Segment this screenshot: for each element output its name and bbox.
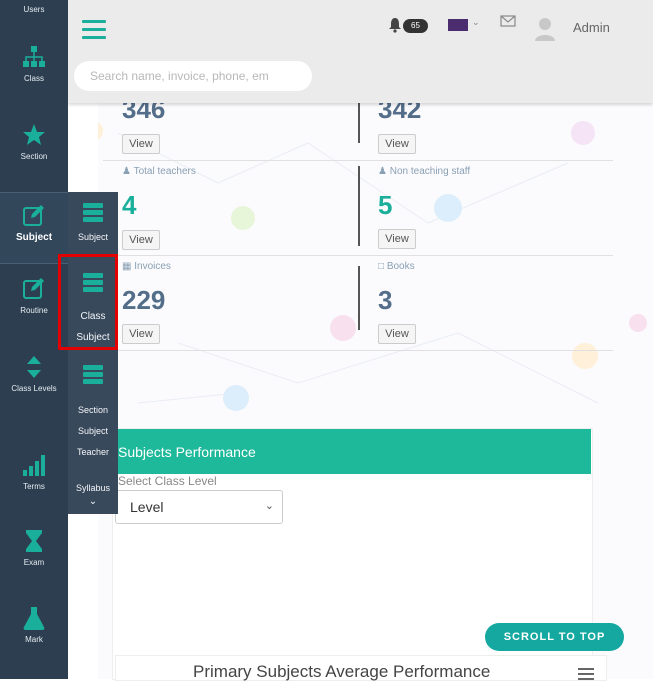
avatar[interactable] [534,16,556,42]
user-icon: ♟ [378,166,387,177]
highlight-box [58,254,118,350]
invoice-icon: ▦ [122,261,132,272]
chart-title: Primary Subjects Average Performance [193,662,491,681]
total-teachers-label: ♟ Total teachers [122,166,196,177]
submenu-item-syllabus[interactable]: Syllabus ⌄ [68,482,118,508]
sidebar-item-section[interactable]: Section [0,122,68,182]
hourglass-icon [26,530,42,552]
chart-menu-icon[interactable] [578,668,594,683]
hamburger-menu-icon[interactable] [82,20,106,40]
stat-divider [358,266,360,330]
view-button[interactable]: View [378,324,416,344]
submenu-item-label: Section [77,405,109,415]
view-button[interactable]: View [122,230,160,250]
sort-icon [27,356,41,378]
performance-title: Subjects Performance [118,444,256,460]
sidebar-item-label: Subject [15,232,53,243]
row-divider [103,160,613,161]
submenu-item-label-line3: Teacher [76,447,110,457]
sidebar-item-class-levels[interactable]: Class Levels [0,354,68,424]
books-label: □ Books [378,261,415,272]
sidebar-item-label: Terms [23,482,45,491]
edit-icon [23,205,44,226]
sidebar-item-terms[interactable]: Terms [0,452,68,512]
user-name[interactable]: Admin [573,20,610,35]
select-class-level-label: Select Class Level [118,474,217,488]
search-input[interactable] [74,61,312,91]
view-button[interactable]: View [122,324,160,344]
chevron-down-icon[interactable]: ⌄ [472,17,480,28]
sidebar-item-label: Class [23,74,44,83]
submenu-item-subject[interactable]: Subject [68,200,118,244]
edit-icon [23,278,44,299]
row-divider [103,255,613,256]
sidebar-item-class[interactable]: Class [0,44,68,104]
sidebar-item-label: Class Levels [11,384,57,393]
scroll-to-top-button[interactable]: SCROLL TO TOP [485,623,624,651]
signal-icon [23,455,45,476]
sidebar-item-label: Mark [25,635,43,644]
non-teaching-label: ♟ Non teaching staff [378,166,471,177]
star-icon [23,124,45,145]
chevron-down-icon[interactable]: ⌄ [68,495,118,508]
view-button[interactable]: View [378,229,416,249]
notification-badge: 65 [403,19,428,33]
sidebar-item-label: Exam [23,558,45,567]
top-header: 65 ⌄ Admin [68,0,653,103]
view-button[interactable]: View [122,134,160,154]
submenu-item-label: Subject [77,232,109,242]
user-icon: ♟ [122,166,131,177]
mail-icon[interactable] [500,15,516,27]
submenu-item-section-subject-teacher[interactable]: Section Subject Teacher [68,362,118,463]
total-teachers-value: 4 [122,190,137,220]
non-teaching-value: 5 [378,190,393,220]
books-value: 3 [378,285,393,315]
sidebar-item-label: Section [20,152,48,161]
chevron-down-icon: ⌄ [264,500,274,512]
class-level-select-value: Level [130,499,164,515]
sitemap-icon [23,46,45,67]
submenu-item-label-line2: Subject [77,426,109,436]
view-button[interactable]: View [378,134,416,154]
sidebar-item-exam[interactable]: Exam [0,528,68,588]
submenu-item-label: Syllabus [75,483,111,493]
books-icon [83,203,103,222]
row-divider [103,350,613,351]
sidebar-item-mark[interactable]: Mark [0,605,68,665]
language-flag-icon[interactable] [448,19,468,31]
stat-divider [358,166,360,246]
subject-submenu: Subject Class Subject Section Subject Te… [68,192,118,514]
class-level-select[interactable]: Level ⌄ [115,490,283,524]
invoices-label: ▦ Invoices [122,261,171,272]
stat-divider [358,103,360,143]
book-icon: □ [378,261,385,272]
flask-icon [23,607,45,630]
sidebar-item-label: Users [23,5,45,14]
invoices-value: 229 [122,285,166,315]
books-icon [83,365,103,384]
sidebar-item-users[interactable]: Users [0,0,68,20]
bell-icon[interactable] [388,17,402,33]
